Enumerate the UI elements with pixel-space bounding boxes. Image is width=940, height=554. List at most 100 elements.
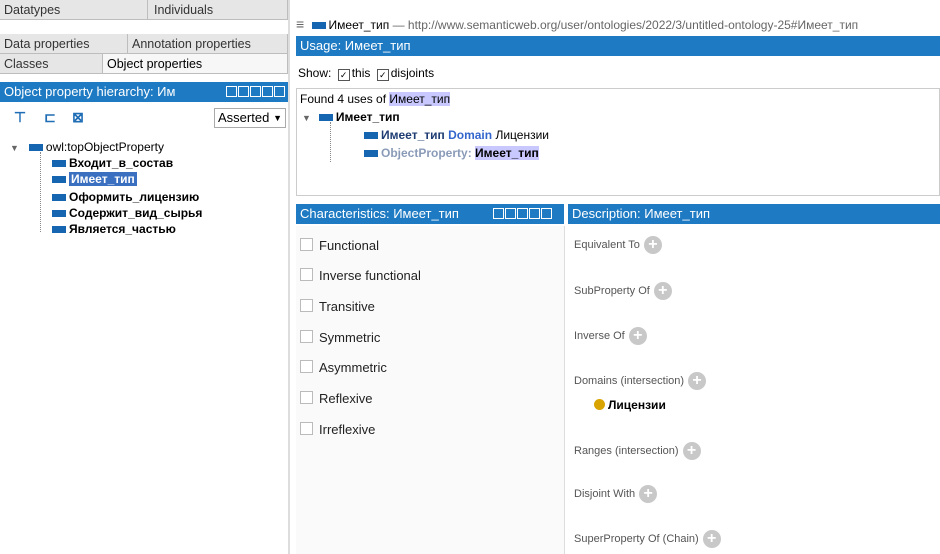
help-icon[interactable] — [226, 86, 237, 97]
tree-item-label: Входит_в_состав — [69, 156, 174, 170]
show-label: Show: — [298, 66, 332, 80]
add-icon[interactable]: + — [643, 236, 662, 254]
usage-header: Usage: Имеет_тип — [296, 36, 940, 56]
hierarchy-mode-select[interactable]: Asserted ▼ — [214, 108, 286, 128]
disjoints-label: disjoints — [390, 66, 435, 80]
usage-found: Found 4 uses of Имеет_тип — [300, 92, 451, 106]
subproperty-of-section: SubProperty Of + — [574, 282, 672, 300]
add-sibling-property-icon[interactable]: ⊏ — [40, 108, 60, 126]
asymmetric-checkbox[interactable]: Asymmetric — [300, 360, 387, 375]
checkbox-label: Transitive — [319, 299, 375, 314]
maximize-icon[interactable] — [262, 86, 273, 97]
tab-object-properties[interactable]: Object properties — [103, 54, 288, 74]
section-label: Disjoint With — [574, 487, 636, 500]
checkbox-box[interactable] — [300, 422, 313, 435]
delete-property-icon[interactable]: ⊠ — [68, 108, 88, 126]
checkbox-label: Inverse functional — [319, 268, 421, 283]
tab-datatypes[interactable]: Datatypes — [0, 0, 148, 20]
menu-icon[interactable]: ≡ — [296, 16, 304, 32]
hierarchy-view-controls — [226, 86, 285, 97]
reflexive-checkbox[interactable]: Reflexive — [300, 391, 372, 406]
irreflexive-checkbox[interactable]: Irreflexive — [300, 422, 375, 437]
disjoints-checkbox[interactable]: ✓ — [376, 69, 389, 81]
use-keyword: ObjectProperty: — [381, 146, 472, 160]
section-label: Inverse Of — [574, 329, 625, 342]
tab-annotation-properties[interactable]: Annotation properties — [128, 34, 288, 54]
split-icon[interactable] — [238, 86, 249, 97]
tree-item[interactable]: Входит_в_состав — [52, 156, 173, 170]
disjoint-with-section: Disjoint With + — [574, 485, 658, 503]
checkbox-box[interactable] — [300, 238, 313, 251]
object-property-icon — [28, 144, 43, 152]
chevron-down-icon: ▼ — [273, 113, 282, 123]
help-icon[interactable] — [493, 208, 504, 219]
symmetric-checkbox[interactable]: Symmetric — [300, 330, 380, 345]
tree-item[interactable]: Содержит_вид_сырья — [52, 206, 202, 220]
equivalent-to-section: Equivalent To + — [574, 236, 662, 254]
tree-root[interactable]: ▼ owl:topObjectProperty — [10, 140, 164, 154]
use-subject: Имеет_тип — [381, 128, 445, 142]
class-icon — [594, 399, 605, 410]
tree-item-label: Является_частью — [69, 222, 176, 236]
add-sub-property-icon[interactable]: ⊤ — [10, 108, 30, 126]
domain-entry[interactable]: Лицензии — [594, 398, 666, 412]
tree-item-label: Содержит_вид_сырья — [69, 206, 203, 220]
collapse-icon[interactable]: ▼ — [10, 143, 19, 153]
split-icon[interactable] — [505, 208, 516, 219]
use-keyword: Domain — [448, 128, 493, 142]
section-label: SuperProperty Of (Chain) — [574, 532, 699, 545]
transitive-checkbox[interactable]: Transitive — [300, 299, 375, 314]
minimize-icon[interactable] — [517, 208, 528, 219]
this-checkbox[interactable]: ✓ — [337, 69, 350, 81]
close-icon[interactable] — [274, 86, 285, 97]
inverse-of-section: Inverse Of + — [574, 327, 647, 345]
ranges-section: Ranges (intersection) + — [574, 442, 701, 460]
functional-checkbox[interactable]: Functional — [300, 238, 379, 253]
checkbox-box[interactable] — [300, 330, 313, 343]
panel-divider[interactable] — [288, 0, 290, 554]
checkbox-box[interactable] — [300, 268, 313, 281]
object-property-icon — [364, 150, 378, 158]
object-property-icon — [52, 210, 66, 218]
asserted-label: Asserted — [218, 110, 270, 125]
entity-iri: http://www.semanticweb.org/user/ontologi… — [407, 18, 859, 32]
tab-data-properties[interactable]: Data properties — [0, 34, 128, 54]
tree-item-label: Оформить_лицензию — [69, 190, 200, 204]
checkbox-label: Reflexive — [319, 391, 373, 406]
tree-line — [40, 152, 41, 232]
section-label: Equivalent To — [574, 238, 640, 251]
add-icon[interactable]: + — [628, 327, 647, 345]
close-icon[interactable] — [541, 208, 552, 219]
usage-item[interactable]: Имеет_тип Domain Лицензии — [364, 128, 549, 142]
add-icon[interactable]: + — [682, 442, 701, 460]
object-property-icon — [52, 176, 66, 184]
usage-show-options: Show: ✓ this ✓ disjoints — [298, 66, 434, 81]
usage-tree-root[interactable]: ▼ Имеет_тип — [302, 110, 400, 124]
add-icon[interactable]: + — [688, 372, 707, 390]
checkbox-box[interactable] — [300, 391, 313, 404]
section-label: SubProperty Of — [574, 284, 650, 297]
minimize-icon[interactable] — [250, 86, 261, 97]
checkbox-label: Functional — [319, 238, 379, 253]
domain-value: Лицензии — [608, 398, 666, 412]
tree-item[interactable]: Оформить_лицензию — [52, 190, 199, 204]
tree-line — [330, 122, 331, 162]
use-object: Имеет_тип — [475, 146, 539, 160]
collapse-icon[interactable]: ▼ — [302, 113, 311, 123]
checkbox-label: Asymmetric — [319, 360, 387, 375]
tab-individuals[interactable]: Individuals — [148, 0, 288, 20]
add-icon[interactable]: + — [639, 485, 658, 503]
inverse-functional-checkbox[interactable]: Inverse functional — [300, 268, 421, 283]
add-icon[interactable]: + — [653, 282, 672, 300]
checkbox-box[interactable] — [300, 299, 313, 312]
tab-classes[interactable]: Classes — [0, 54, 103, 74]
usage-item[interactable]: ObjectProperty: Имеет_тип — [364, 146, 539, 160]
tree-item-selected[interactable]: Имеет_тип — [52, 172, 137, 186]
checkbox-box[interactable] — [300, 360, 313, 373]
tree-item[interactable]: Является_частью — [52, 222, 176, 236]
entity-bar: ≡ Имеет_тип — http://www.semanticweb.org… — [296, 16, 940, 32]
tree-root-label: owl:topObjectProperty — [45, 140, 164, 154]
add-icon[interactable]: + — [702, 530, 721, 548]
superproperty-chain-section: SuperProperty Of (Chain) + — [574, 530, 721, 548]
maximize-icon[interactable] — [529, 208, 540, 219]
